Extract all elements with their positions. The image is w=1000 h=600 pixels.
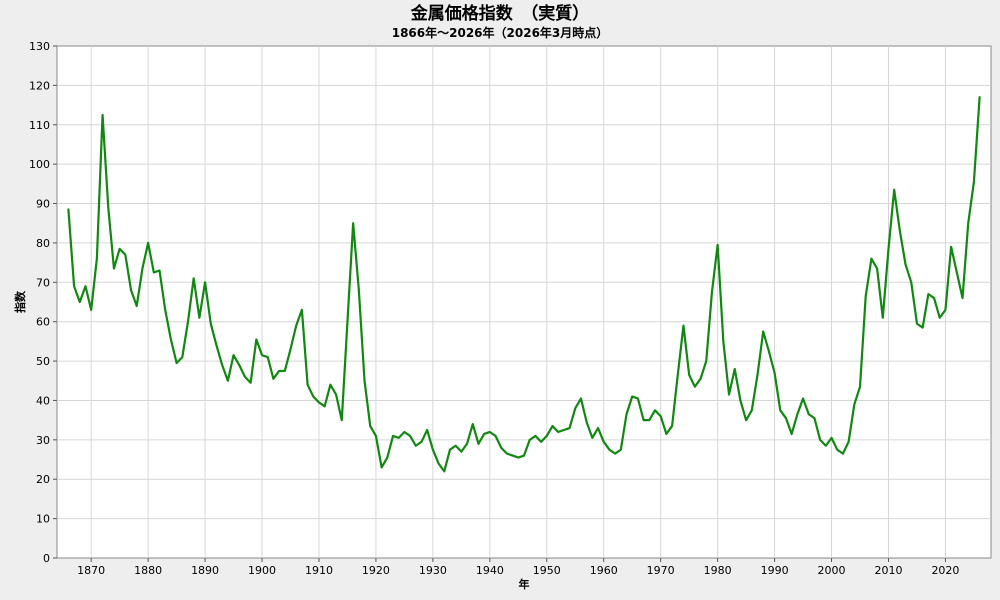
y-tick-label: 70 <box>36 276 50 289</box>
y-tick-label: 40 <box>36 394 50 407</box>
x-tick-label: 2000 <box>818 564 846 577</box>
y-tick-label: 120 <box>29 79 50 92</box>
y-tick-label: 20 <box>36 473 50 486</box>
x-tick-label: 1950 <box>533 564 561 577</box>
x-tick-label: 1920 <box>362 564 390 577</box>
y-tick-label: 90 <box>36 198 50 211</box>
x-tick-label: 1960 <box>590 564 618 577</box>
y-axis-label: 指数 <box>13 290 27 313</box>
x-tick-label: 1970 <box>647 564 675 577</box>
x-tick-label: 1980 <box>704 564 732 577</box>
x-tick-label: 1890 <box>191 564 219 577</box>
chart-title: 金属価格指数 （実質） <box>410 3 590 24</box>
chart-subtitle: 1866年～2026年（2026年3月時点） <box>392 25 609 40</box>
x-tick-label: 1910 <box>305 564 333 577</box>
x-tick-label: 1990 <box>761 564 789 577</box>
y-tick-label: 10 <box>36 513 50 526</box>
x-tick-label: 2020 <box>931 564 959 577</box>
x-tick-label: 1870 <box>77 564 105 577</box>
x-tick-label: 1900 <box>248 564 276 577</box>
y-tick-label: 130 <box>29 40 50 53</box>
y-tick-label: 30 <box>36 434 50 447</box>
x-tick-label: 1880 <box>134 564 162 577</box>
x-tick-label: 1930 <box>419 564 447 577</box>
line-chart: 金属価格指数 （実質） 1866年～2026年（2026年3月時点） 0 10 20… <box>13 3 992 591</box>
y-tick-label: 0 <box>43 552 50 565</box>
x-tick-label: 1940 <box>476 564 504 577</box>
y-tick-label: 60 <box>36 316 50 329</box>
y-tick-label: 100 <box>29 158 50 171</box>
x-axis-label: 年 <box>519 577 530 591</box>
chart-container: 金属価格指数 （実質） 1866年～2026年（2026年3月時点） 0 10 20… <box>0 0 1000 600</box>
y-tick-label: 80 <box>36 237 50 250</box>
x-tick-label: 2010 <box>874 564 902 577</box>
y-tick-label: 50 <box>36 355 50 368</box>
y-tick-label: 110 <box>29 119 50 132</box>
